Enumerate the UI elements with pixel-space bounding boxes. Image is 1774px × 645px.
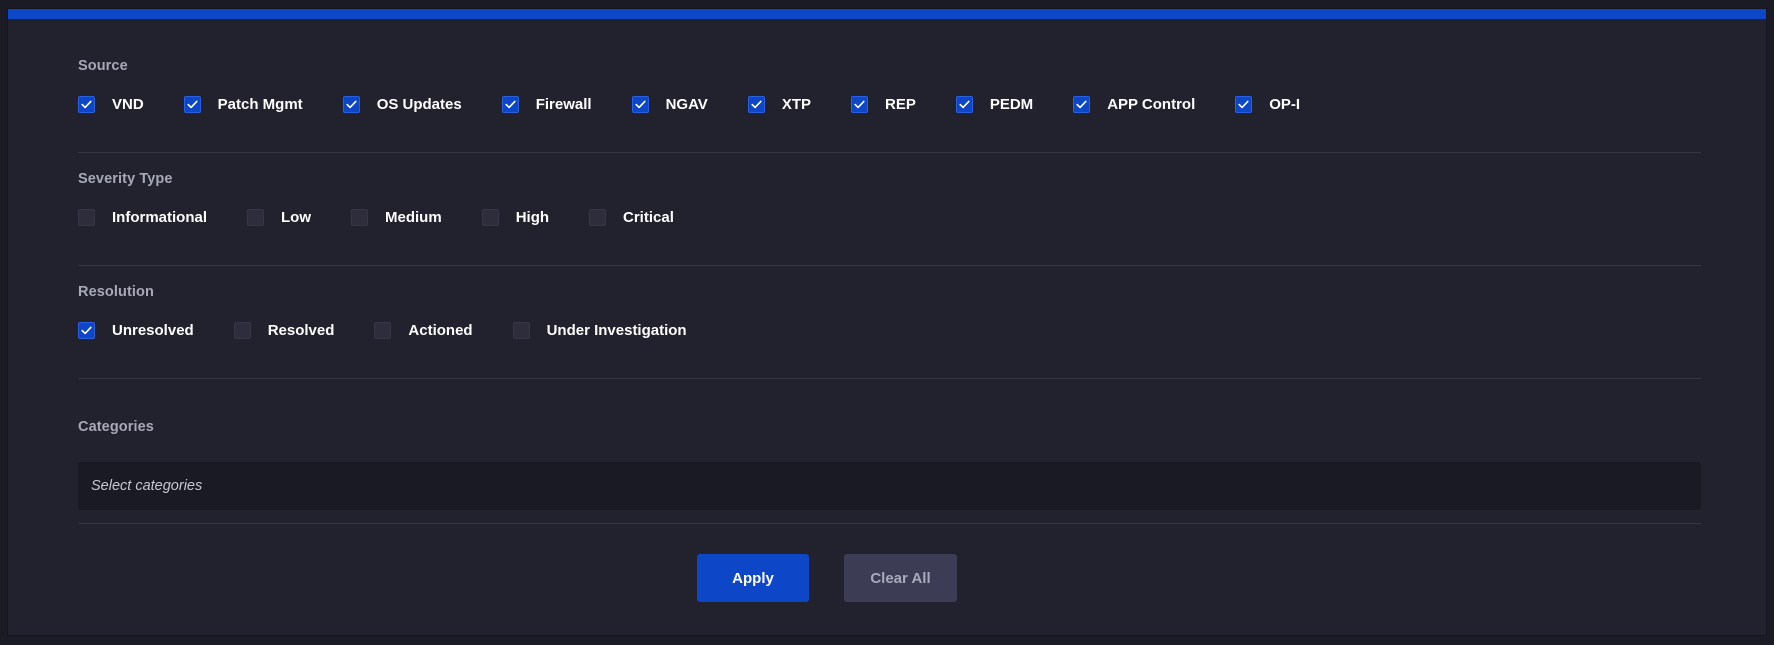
divider (78, 265, 1701, 266)
checkbox[interactable] (631, 96, 649, 113)
check-icon (751, 100, 762, 109)
source-option[interactable]: XTP (747, 96, 811, 113)
option-label: High (515, 209, 550, 226)
categories-select[interactable]: Select categories (78, 462, 1701, 510)
categories-title: Categories (78, 419, 154, 435)
check-icon (346, 100, 357, 109)
divider (78, 152, 1701, 153)
checkbox[interactable] (183, 96, 201, 113)
resolution-option[interactable]: Unresolved (78, 322, 194, 339)
checkbox[interactable] (481, 209, 499, 226)
option-label: Actioned (408, 322, 473, 339)
option-label: OP-I (1269, 96, 1301, 113)
check-icon (854, 100, 865, 109)
severity-option[interactable]: High (481, 209, 550, 226)
resolution-title: Resolution (78, 284, 154, 300)
checkbox[interactable] (955, 96, 973, 113)
resolution-option[interactable]: Under Investigation (512, 322, 687, 339)
option-label: Resolved (267, 322, 335, 339)
source-option[interactable]: OP-I (1235, 96, 1300, 113)
option-label: Medium (385, 209, 442, 226)
apply-button[interactable]: Apply (697, 554, 809, 602)
check-icon (959, 100, 970, 109)
checkbox[interactable] (374, 322, 392, 339)
option-label: REP (885, 96, 916, 113)
checkbox[interactable] (1235, 96, 1253, 113)
checkbox[interactable] (78, 96, 95, 113)
option-label: Under Investigation (546, 322, 687, 339)
divider (78, 523, 1701, 524)
severity-option[interactable]: Medium (351, 209, 442, 226)
checkbox[interactable] (1073, 96, 1091, 113)
divider (78, 378, 1701, 379)
checkbox[interactable] (247, 209, 265, 226)
source-option[interactable]: REP (851, 96, 916, 113)
checkbox[interactable] (851, 96, 868, 113)
checkbox[interactable] (501, 96, 519, 113)
option-label: PEDM (989, 96, 1034, 113)
severity-option[interactable]: Low (247, 209, 311, 226)
source-options: VND Patch Mgmt OS Updates Firewall NGAV XTP RE… (78, 96, 1300, 113)
option-label: VND (112, 96, 144, 113)
option-label: Firewall (535, 96, 592, 113)
option-label: Patch Mgmt (217, 96, 303, 113)
resolution-options: Unresolved Resolved Actioned Under Investig… (78, 322, 687, 339)
check-icon (634, 100, 646, 109)
severity-options: Informational Low Medium High Critical (78, 209, 674, 226)
severity-title: Severity Type (78, 171, 173, 187)
check-icon (81, 100, 92, 109)
option-label: Critical (623, 209, 674, 226)
categories-placeholder: Select categories (91, 478, 203, 494)
source-option[interactable]: OS Updates (342, 96, 462, 113)
accent-bar (8, 9, 1766, 19)
checkbox[interactable] (589, 209, 607, 226)
source-option[interactable]: Firewall (501, 96, 592, 113)
severity-option[interactable]: Critical (589, 209, 674, 226)
check-icon (1238, 100, 1249, 109)
source-option[interactable]: Patch Mgmt (183, 96, 303, 113)
check-icon (187, 100, 198, 109)
source-title: Source (78, 58, 128, 74)
option-label: Low (281, 209, 312, 226)
source-option[interactable]: NGAV (631, 96, 708, 113)
severity-option[interactable]: Informational (78, 209, 207, 226)
filter-panel: Source VND Patch Mgmt OS Updates Firewall NG… (7, 8, 1767, 636)
checkbox[interactable] (512, 322, 530, 339)
source-option[interactable]: APP Control (1073, 96, 1195, 113)
clear-all-button[interactable]: Clear All (844, 554, 957, 602)
checkbox[interactable] (78, 209, 95, 226)
check-icon (81, 326, 92, 335)
option-label: APP Control (1107, 96, 1196, 113)
option-label: Unresolved (112, 322, 194, 339)
option-label: Informational (112, 209, 208, 226)
option-label: XTP (781, 96, 811, 113)
source-option[interactable]: VND (78, 96, 144, 113)
check-icon (505, 100, 516, 109)
checkbox[interactable] (342, 96, 360, 113)
resolution-option[interactable]: Actioned (374, 322, 473, 339)
checkbox[interactable] (747, 96, 765, 113)
resolution-option[interactable]: Resolved (233, 322, 335, 339)
option-label: OS Updates (376, 96, 462, 113)
source-option[interactable]: PEDM (955, 96, 1034, 113)
check-icon (1076, 100, 1087, 109)
option-label: NGAV (665, 96, 708, 113)
checkbox[interactable] (233, 322, 251, 339)
checkbox[interactable] (78, 322, 95, 339)
checkbox[interactable] (351, 209, 369, 226)
